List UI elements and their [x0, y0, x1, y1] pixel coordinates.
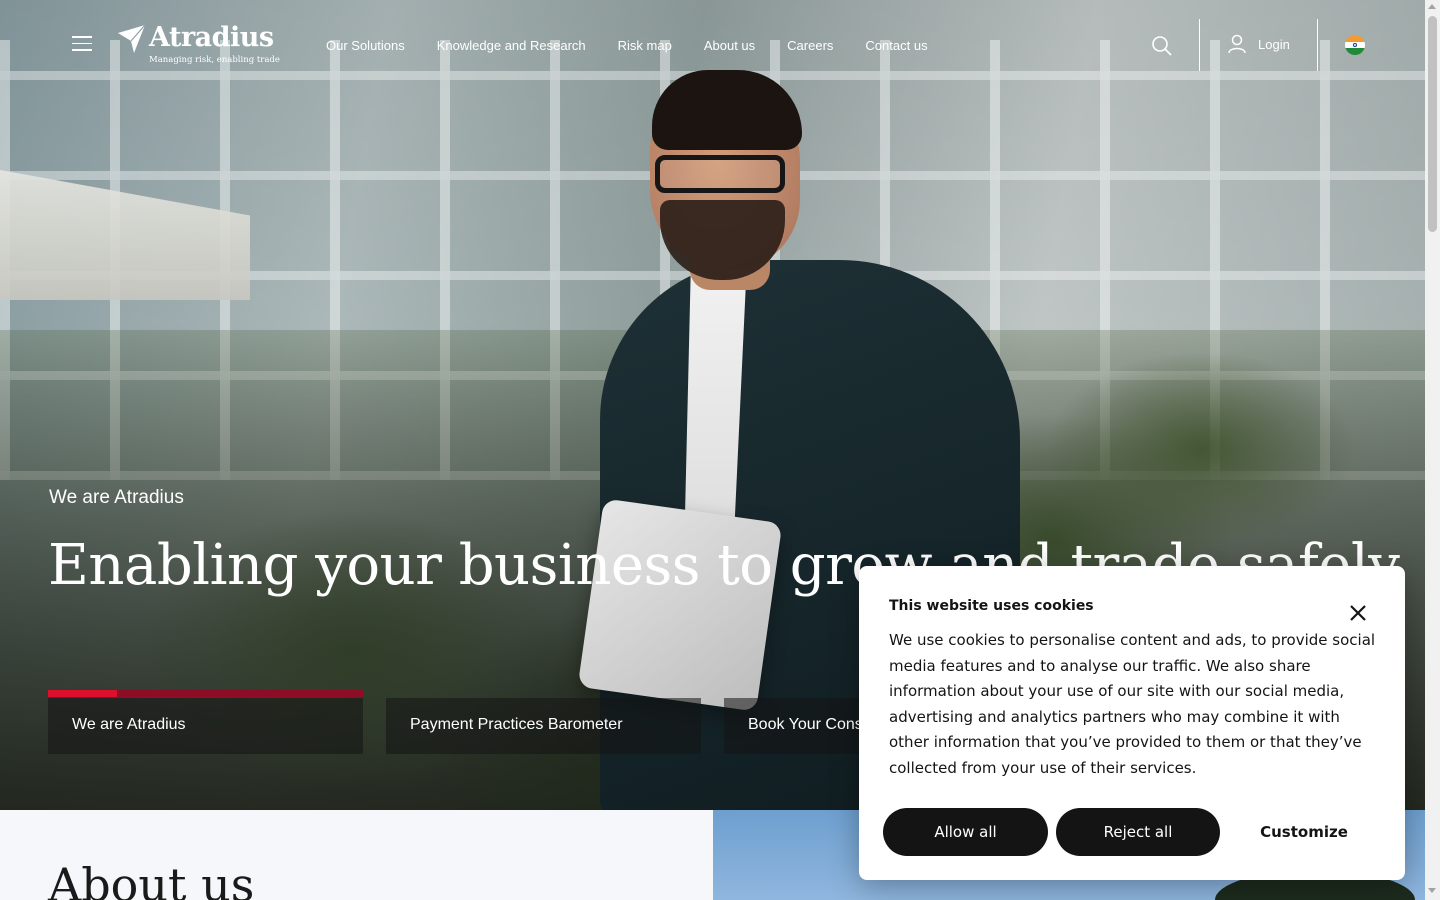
tab-label: We are Atradius [72, 716, 186, 733]
main-nav: Our Solutions Knowledge and Research Ris… [326, 38, 960, 53]
login-label: Login [1258, 36, 1290, 52]
hero-eyebrow: We are Atradius [49, 487, 184, 508]
reject-all-button[interactable]: Reject all [1056, 808, 1220, 856]
cookie-title: This website uses cookies [889, 598, 1094, 614]
allow-all-button[interactable]: Allow all [883, 808, 1048, 856]
about-title: About us [48, 858, 255, 900]
search-icon[interactable] [1151, 35, 1173, 57]
cookie-dialog: This website uses cookies We use cookies… [859, 566, 1405, 880]
nav-risk-map[interactable]: Risk map [618, 38, 672, 53]
site-header: Atradius Managing risk, enabling trade O… [0, 0, 1425, 90]
close-icon[interactable] [1347, 602, 1369, 624]
nav-contact-us[interactable]: Contact us [865, 38, 927, 53]
customize-button[interactable]: Customize [1239, 808, 1369, 856]
logo-name: Atradius [149, 22, 274, 53]
plane-logo-icon [118, 24, 146, 53]
header-divider [1199, 19, 1200, 71]
india-flag-icon[interactable] [1345, 35, 1365, 55]
tab-progress-fill [48, 690, 118, 697]
hamburger-icon[interactable] [72, 36, 92, 52]
tab-progress-bar [48, 690, 363, 697]
atradius-logo[interactable]: Atradius Managing risk, enabling trade [117, 22, 280, 68]
tab-payment-practices[interactable]: Payment Practices Barometer [386, 698, 701, 754]
scroll-down-icon[interactable] [1428, 888, 1436, 893]
cookie-body: We use cookies to personalise content an… [889, 631, 1376, 777]
nav-careers[interactable]: Careers [787, 38, 833, 53]
nav-our-solutions[interactable]: Our Solutions [326, 38, 405, 53]
logo-tagline: Managing risk, enabling trade [149, 55, 280, 65]
tab-we-are-atradius[interactable]: We are Atradius [48, 698, 363, 754]
page-scrollbar[interactable] [1425, 0, 1440, 900]
header-divider [1317, 19, 1318, 71]
tab-label: Payment Practices Barometer [410, 716, 623, 733]
login-button[interactable]: Login [1228, 34, 1290, 54]
nav-about-us[interactable]: About us [704, 38, 755, 53]
scroll-thumb[interactable] [1428, 16, 1437, 232]
scroll-up-icon[interactable] [1428, 4, 1436, 9]
nav-knowledge-research[interactable]: Knowledge and Research [437, 38, 586, 53]
user-icon [1228, 34, 1246, 54]
